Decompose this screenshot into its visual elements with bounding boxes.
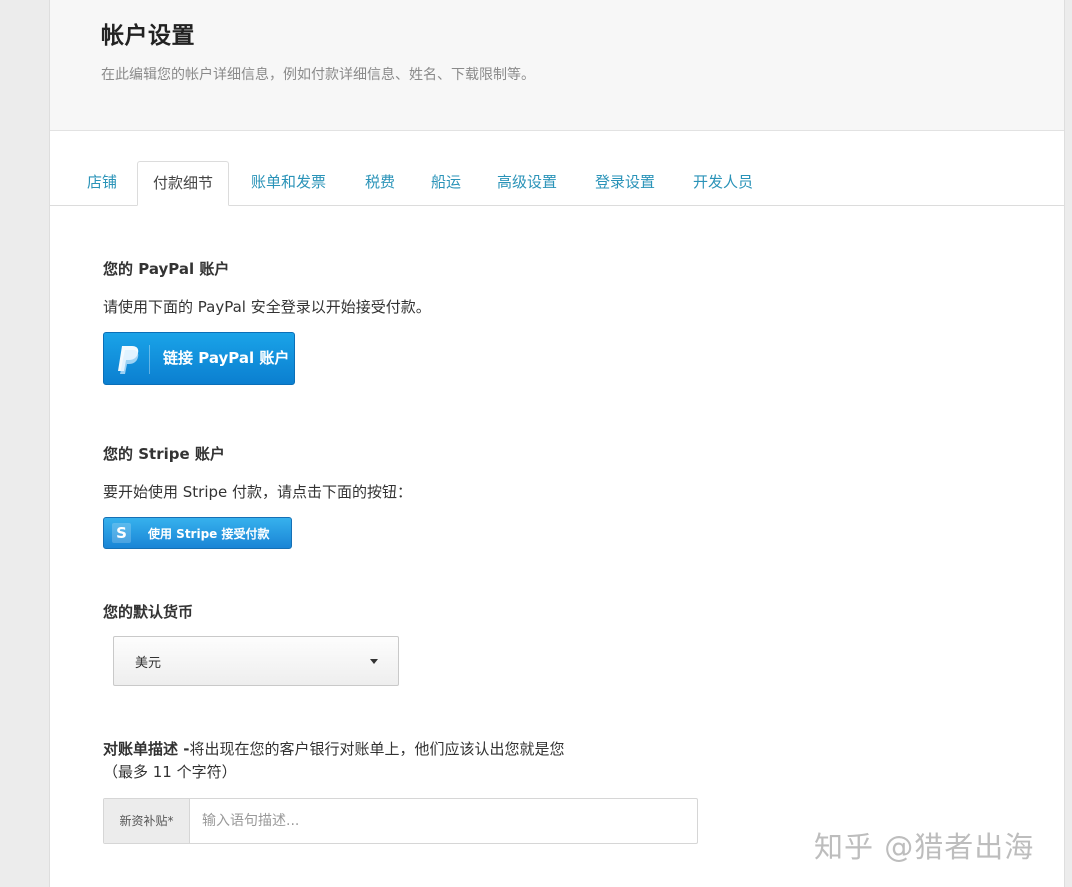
statement-descriptor-input[interactable] [191,799,696,843]
stripe-description: 要开始使用 Stripe 付款，请点击下面的按钮： [103,483,413,501]
statement-descriptor-title: 对账单描述 - [103,740,190,758]
tab-developers[interactable]: 开发人员 [678,161,768,206]
statement-descriptor-label: 对账单描述 -将出现在您的客户银行对账单上，他们应该认出您就是您 （最多 11 … [103,738,564,784]
tab-billing-invoices[interactable]: 账单和发票 [236,161,341,206]
tab-taxes[interactable]: 税费 [350,161,410,206]
statement-descriptor-group: 新资补贴* [103,798,698,844]
stripe-logo-icon: S [112,523,131,543]
settings-tabs: 店铺 付款细节 账单和发票 税费 船运 高级设置 登录设置 开发人员 [50,161,1064,206]
statement-descriptor-limit: （最多 11 个字符） [103,763,237,781]
tab-advanced-settings[interactable]: 高级设置 [482,161,572,206]
tab-login-settings[interactable]: 登录设置 [580,161,670,206]
tab-store[interactable]: 店铺 [72,161,132,206]
page-subtitle: 在此编辑您的帐户详细信息，例如付款详细信息、姓名、下载限制等。 [101,67,535,83]
currency-heading: 您的默认货币 [103,603,194,621]
button-divider [149,345,150,374]
tab-shipping[interactable]: 船运 [416,161,476,206]
statement-descriptor-explanation: 将出现在您的客户银行对账单上，他们应该认出您就是您 [189,740,565,758]
connect-paypal-label: 链接 PayPal 账户 [163,349,290,367]
page-title: 帐户设置 [101,23,195,49]
stripe-heading: 您的 Stripe 账户 [103,445,225,463]
connect-stripe-label: 使用 Stripe 接受付款 [148,527,270,541]
connect-stripe-button[interactable]: S 使用 Stripe 接受付款 [103,517,292,549]
statement-descriptor-prefix: 新资补贴* [104,799,190,843]
watermark: 知乎 @猎者出海 [814,830,1035,864]
paypal-heading: 您的 PayPal 账户 [103,260,230,278]
chevron-down-icon [370,659,378,664]
settings-panel: 帐户设置 在此编辑您的帐户详细信息，例如付款详细信息、姓名、下载限制等。 店铺 … [49,0,1065,887]
page-header: 帐户设置 在此编辑您的帐户详细信息，例如付款详细信息、姓名、下载限制等。 [50,0,1064,131]
currency-select[interactable]: 美元 [113,636,399,686]
paypal-logo-icon [118,346,139,374]
currency-selected-value: 美元 [135,656,162,671]
paypal-description: 请使用下面的 PayPal 安全登录以开始接受付款。 [103,298,431,316]
connect-paypal-button[interactable]: 链接 PayPal 账户 [103,332,295,385]
tab-payment-details[interactable]: 付款细节 [137,161,230,206]
